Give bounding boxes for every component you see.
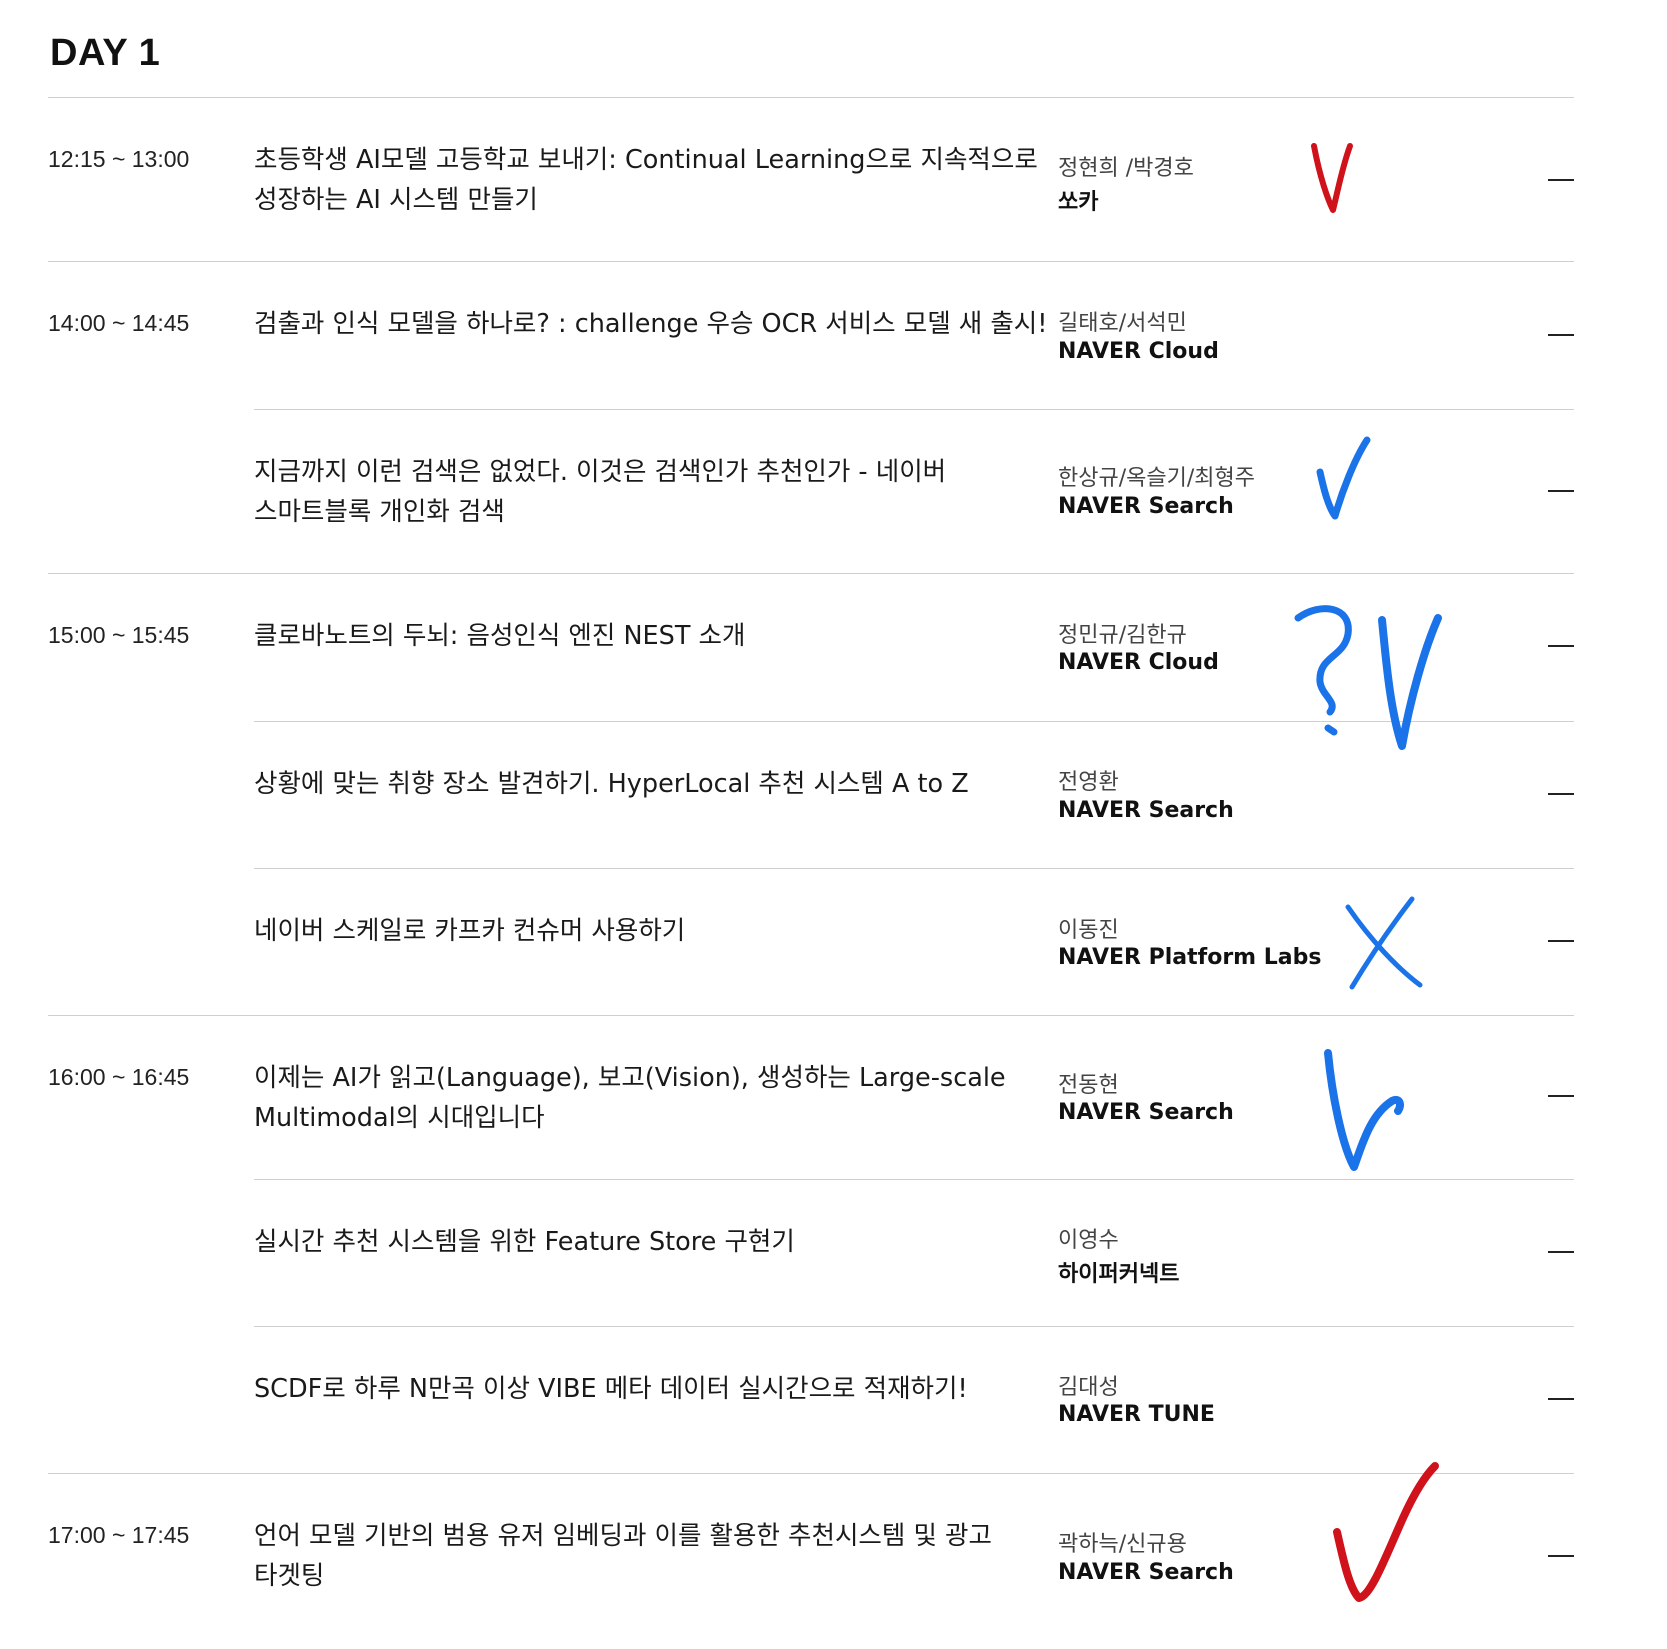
session-title[interactable]: 언어 모델 기반의 범용 유저 임베딩과 이를 활용한 추천시스템 및 광고 타… xyxy=(254,1516,992,1596)
session-org: NAVER Cloud xyxy=(1058,650,1219,675)
session-title-line: 지금까지 이런 검색은 없었다. 이것은 검색인가 추천인가 - 네이버 xyxy=(254,457,947,487)
session-title[interactable]: 클로바노트의 두뇌: 음성인식 엔진 NEST 소개 xyxy=(254,616,745,656)
session-title[interactable]: 지금까지 이런 검색은 없었다. 이것은 검색인가 추천인가 - 네이버 스마트… xyxy=(254,452,946,532)
day-title: DAY 1 xyxy=(50,32,161,74)
session-speakers: 한상규/옥슬기/최형주 xyxy=(1058,466,1255,491)
divider xyxy=(254,1179,1574,1180)
session-title[interactable]: 이제는 AI가 읽고(Language), 보고(Vision), 생성하는 L… xyxy=(254,1058,1006,1138)
divider xyxy=(48,97,1574,98)
session-title-line: 이제는 AI가 읽고(Language), 보고(Vision), 생성하는 L… xyxy=(254,1063,1006,1093)
red-check-mark-icon xyxy=(1311,143,1353,213)
session-org: NAVER Search xyxy=(1058,494,1234,519)
session-title-line: 타겟팅 xyxy=(254,1561,325,1591)
blue-x-mark-icon xyxy=(1345,896,1423,990)
session-speakers: 정현희 /박경호 xyxy=(1058,156,1194,181)
session-speakers: 이동진 xyxy=(1058,918,1119,943)
session-time: 12:15 ~ 13:00 xyxy=(48,146,190,172)
blue-check-mark-icon xyxy=(1316,436,1371,520)
session-speakers: 곽하늑/신규용 xyxy=(1058,1532,1187,1557)
session-time: 15:00 ~ 15:45 xyxy=(48,622,190,648)
expand-toggle[interactable] xyxy=(1548,334,1574,336)
expand-toggle[interactable] xyxy=(1548,940,1574,942)
blue-check-mark-icon xyxy=(1324,1049,1404,1171)
session-time: 14:00 ~ 14:45 xyxy=(48,310,190,336)
session-org: NAVER Platform Labs xyxy=(1058,945,1322,970)
expand-toggle[interactable] xyxy=(1548,1095,1574,1097)
expand-toggle[interactable] xyxy=(1548,490,1574,492)
divider xyxy=(48,1015,1574,1016)
session-speakers: 전영환 xyxy=(1058,770,1119,795)
session-title-line: Multimodal의 시대입니다 xyxy=(254,1103,545,1133)
session-title-line: 검출과 인식 모델을 하나로? : challenge 우승 OCR 서비스 모… xyxy=(254,309,1048,339)
expand-toggle[interactable] xyxy=(1548,645,1574,647)
session-org: NAVER Search xyxy=(1058,1560,1234,1585)
expand-toggle[interactable] xyxy=(1548,179,1574,181)
session-speakers: 전동현 xyxy=(1058,1073,1119,1098)
divider xyxy=(48,573,1574,574)
red-check-mark-icon xyxy=(1333,1462,1439,1602)
session-title-line: 스마트블록 개인화 검색 xyxy=(254,497,505,527)
divider xyxy=(254,868,1574,869)
session-title-line: 클로바노트의 두뇌: 음성인식 엔진 NEST 소개 xyxy=(254,621,746,651)
session-title-line: 언어 모델 기반의 범용 유저 임베딩과 이를 활용한 추천시스템 및 광고 xyxy=(254,1521,992,1551)
divider xyxy=(254,409,1574,410)
session-title-line: 상황에 맞는 취향 장소 발견하기. HyperLocal 추천 시스템 A t… xyxy=(254,769,969,799)
session-title-line: 실시간 추천 시스템을 위한 Feature Store 구현기 xyxy=(254,1227,795,1257)
session-title[interactable]: 초등학생 AI모델 고등학교 보내기: Continual Learning으로… xyxy=(254,140,1038,220)
session-title-line: 성장하는 AI 시스템 만들기 xyxy=(254,185,538,215)
session-org: NAVER Search xyxy=(1058,1100,1234,1125)
session-time: 17:00 ~ 17:45 xyxy=(48,1522,190,1548)
session-speakers: 정민규/김한규 xyxy=(1058,623,1187,648)
expand-toggle[interactable] xyxy=(1548,1398,1574,1400)
session-title-line: SCDF로 하루 N만곡 이상 VIBE 메타 데이터 실시간으로 적재하기! xyxy=(254,1374,968,1404)
session-title[interactable]: 네이버 스케일로 카프카 컨슈머 사용하기 xyxy=(254,911,685,951)
session-time: 16:00 ~ 16:45 xyxy=(48,1064,190,1090)
session-title[interactable]: 상황에 맞는 취향 장소 발견하기. HyperLocal 추천 시스템 A t… xyxy=(254,764,969,804)
session-org: NAVER TUNE xyxy=(1058,1402,1215,1427)
session-speakers: 길태호/서석민 xyxy=(1058,311,1187,336)
divider xyxy=(254,1326,1574,1327)
expand-toggle[interactable] xyxy=(1548,1251,1574,1253)
blue-question-check-mark-icon xyxy=(1294,605,1442,750)
expand-toggle[interactable] xyxy=(1548,1555,1574,1557)
divider xyxy=(48,261,1574,262)
session-org: NAVER Search xyxy=(1058,798,1234,823)
session-speakers: 이영수 xyxy=(1058,1228,1119,1253)
session-title[interactable]: SCDF로 하루 N만곡 이상 VIBE 메타 데이터 실시간으로 적재하기! xyxy=(254,1369,968,1409)
session-org: 쏘카 xyxy=(1058,190,1099,215)
session-title[interactable]: 실시간 추천 시스템을 위한 Feature Store 구현기 xyxy=(254,1222,795,1262)
session-org: 하이퍼커넥트 xyxy=(1058,1262,1180,1287)
session-title[interactable]: 검출과 인식 모델을 하나로? : challenge 우승 OCR 서비스 모… xyxy=(254,304,1047,344)
session-title-line: 네이버 스케일로 카프카 컨슈머 사용하기 xyxy=(254,916,686,946)
session-speakers: 김대성 xyxy=(1058,1375,1119,1400)
expand-toggle[interactable] xyxy=(1548,793,1574,795)
session-title-line: 초등학생 AI모델 고등학교 보내기: Continual Learning으로… xyxy=(254,145,1038,175)
session-org: NAVER Cloud xyxy=(1058,339,1219,364)
